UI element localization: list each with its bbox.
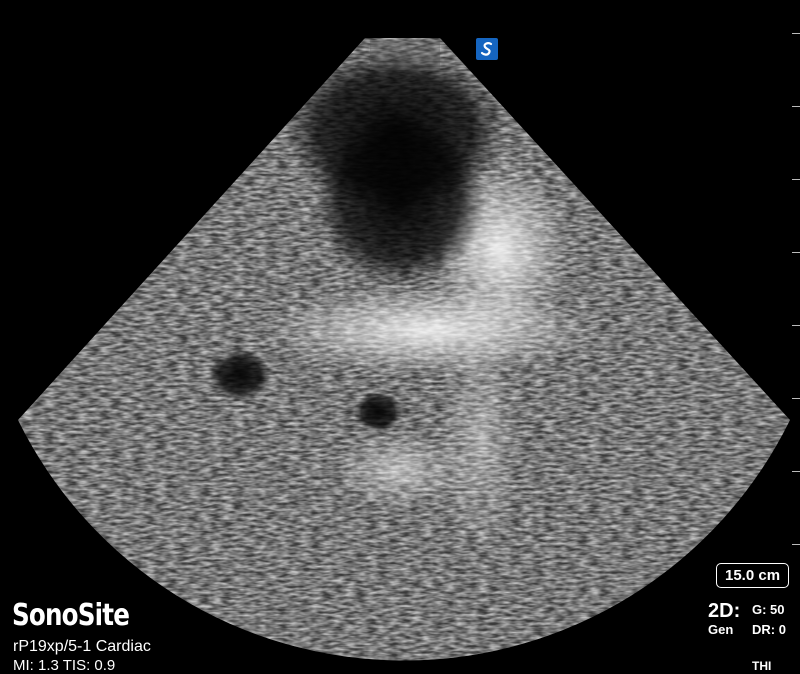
depth-tick: [792, 252, 800, 253]
depth-tick: [792, 179, 800, 180]
gain-label: G: 50: [752, 602, 785, 617]
sonosite-orientation-icon: [476, 38, 498, 60]
depth-tick: [792, 398, 800, 399]
depth-tick: [792, 106, 800, 107]
depth-tick: [792, 471, 800, 472]
brand-logo: SonoSite: [12, 598, 130, 633]
depth-tick: [792, 325, 800, 326]
depth-tick: [792, 33, 800, 34]
depth-badge: 15.0 cm: [716, 563, 790, 588]
mode-sub-label: Gen: [708, 622, 734, 637]
thi-label: THI: [752, 659, 772, 673]
probe-label: rP19xp/5-1 Cardiac: [13, 638, 151, 655]
depth-tick: [792, 544, 800, 545]
dynamic-range-label: DR: 0: [752, 622, 786, 637]
mode-label: 2D:: [708, 600, 741, 622]
mi-tis-label: MI: 1.3 TIS: 0.9: [13, 657, 116, 674]
sector-scan: [18, 38, 790, 661]
depth-scale: [790, 0, 800, 674]
ultrasound-image: [18, 38, 790, 661]
